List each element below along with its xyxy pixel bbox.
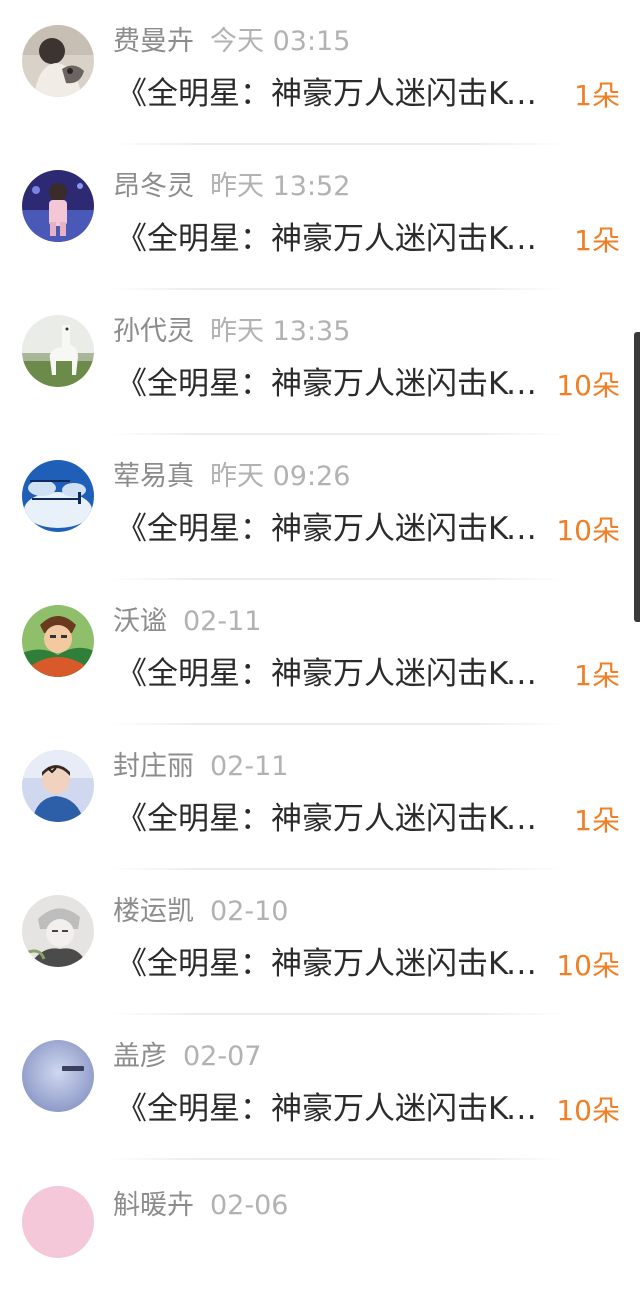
list-item[interactable]: 荤易真 昨天 09:26 《全明星：神豪万人迷闪击KTV》 10朵 xyxy=(0,435,640,580)
book-title[interactable]: 《全明星：神豪万人迷闪击KTV》 xyxy=(116,797,548,841)
avatar[interactable] xyxy=(22,895,94,967)
avatar[interactable] xyxy=(22,460,94,532)
blue-sky-text-icon xyxy=(22,460,94,532)
user-name[interactable]: 费曼卉 xyxy=(113,26,194,57)
alpaca-icon xyxy=(22,315,94,387)
divider xyxy=(108,1158,566,1160)
avatar[interactable] xyxy=(22,170,94,242)
item-meta: 沃谧 02-11 xyxy=(113,602,261,642)
list-item[interactable]: 楼运凯 02-10 《全明星：神豪万人迷闪击KTV》 10朵 xyxy=(0,870,640,1015)
kid-photo-icon xyxy=(22,750,94,822)
timestamp: 02-11 xyxy=(210,751,289,782)
list-item[interactable]: 费曼卉 今天 03:15 《全明星：神豪万人迷闪击KTV》 1朵 xyxy=(0,0,640,145)
user-name[interactable]: 昂冬灵 xyxy=(113,171,194,202)
item-meta: 孙代灵 昨天 13:35 xyxy=(113,312,350,352)
user-name[interactable]: 楼运凯 xyxy=(113,896,194,927)
avatar[interactable] xyxy=(22,25,94,97)
timestamp: 今天 03:15 xyxy=(210,26,351,57)
blue-moon-icon xyxy=(22,1040,94,1112)
gift-count: 10朵 xyxy=(556,369,620,402)
gift-count: 1朵 xyxy=(574,79,620,112)
book-title[interactable]: 《全明星：神豪万人迷闪击KTV》 xyxy=(116,1087,548,1131)
book-title[interactable]: 《全明星：神豪万人迷闪击KTV》 xyxy=(116,507,548,551)
avatar[interactable] xyxy=(22,315,94,387)
item-meta: 斛暖卉 02-06 xyxy=(113,1186,288,1226)
list-item[interactable]: 昂冬灵 昨天 13:52 《全明星：神豪万人迷闪击KTV》 1朵 xyxy=(0,145,640,290)
book-title[interactable]: 《全明星：神豪万人迷闪击KTV》 xyxy=(116,652,548,696)
scrollbar[interactable] xyxy=(634,332,640,622)
item-meta: 费曼卉 今天 03:15 xyxy=(113,22,350,62)
book-title[interactable]: 《全明星：神豪万人迷闪击KTV》 xyxy=(116,72,548,116)
timestamp: 02-06 xyxy=(210,1190,289,1221)
avatar[interactable] xyxy=(22,750,94,822)
list-item[interactable]: 孙代灵 昨天 13:35 《全明星：神豪万人迷闪击KTV》 10朵 xyxy=(0,290,640,435)
anime-sketch-icon xyxy=(22,895,94,967)
avatar[interactable] xyxy=(22,1186,94,1258)
timestamp: 02-07 xyxy=(183,1041,262,1072)
book-title[interactable]: 《全明星：神豪万人迷闪击KTV》 xyxy=(116,362,548,406)
item-meta: 盖彦 02-07 xyxy=(113,1037,261,1077)
gift-count: 1朵 xyxy=(574,804,620,837)
timestamp: 02-11 xyxy=(183,606,262,637)
user-name[interactable]: 盖彦 xyxy=(113,1041,167,1072)
list-item[interactable]: 封庄丽 02-11 《全明星：神豪万人迷闪击KTV》 1朵 xyxy=(0,725,640,870)
user-name[interactable]: 斛暖卉 xyxy=(113,1190,194,1221)
gift-count: 10朵 xyxy=(556,949,620,982)
item-meta: 楼运凯 02-10 xyxy=(113,892,288,932)
list-item[interactable]: 沃谧 02-11 《全明星：神豪万人迷闪击KTV》 1朵 xyxy=(0,580,640,725)
pink-avatar-icon xyxy=(22,1186,94,1258)
avatar[interactable] xyxy=(22,605,94,677)
user-name[interactable]: 沃谧 xyxy=(113,606,167,637)
item-meta: 荤易真 昨天 09:26 xyxy=(113,457,350,497)
timestamp: 昨天 13:52 xyxy=(210,171,351,202)
avatar[interactable] xyxy=(22,1040,94,1112)
user-name[interactable]: 孙代灵 xyxy=(113,316,194,347)
anime-character-icon xyxy=(22,605,94,677)
timestamp: 昨天 09:26 xyxy=(210,461,351,492)
user-name[interactable]: 荤易真 xyxy=(113,461,194,492)
user-name[interactable]: 封庄丽 xyxy=(113,751,194,782)
girl-with-cat-icon xyxy=(22,25,94,97)
list-item[interactable]: 盖彦 02-07 《全明星：神豪万人迷闪击KTV》 10朵 xyxy=(0,1015,640,1160)
gift-count: 1朵 xyxy=(574,224,620,257)
gift-count: 10朵 xyxy=(556,514,620,547)
timestamp: 昨天 13:35 xyxy=(210,316,351,347)
girl-in-field-icon xyxy=(22,170,94,242)
gift-count: 1朵 xyxy=(574,659,620,692)
list-item[interactable]: 斛暖卉 02-06 xyxy=(0,1166,640,1311)
item-meta: 封庄丽 02-11 xyxy=(113,747,288,787)
gift-count: 10朵 xyxy=(556,1094,620,1127)
timestamp: 02-10 xyxy=(210,896,289,927)
item-meta: 昂冬灵 昨天 13:52 xyxy=(113,167,350,207)
book-title[interactable]: 《全明星：神豪万人迷闪击KTV》 xyxy=(116,942,548,986)
book-title[interactable]: 《全明星：神豪万人迷闪击KTV》 xyxy=(116,217,548,261)
